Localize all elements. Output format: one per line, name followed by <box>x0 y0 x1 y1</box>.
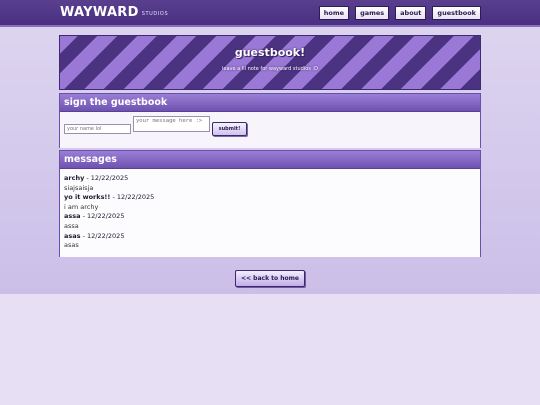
entry-author: assa <box>64 212 81 221</box>
list-item: archy - 12/22/2025 siajsaisja <box>64 174 476 193</box>
messages-list: archy - 12/22/2025 siajsaisja yo it work… <box>60 169 480 257</box>
sign-panel-heading: sign the guestbook <box>60 94 480 112</box>
submit-button[interactable]: submit! <box>212 122 247 136</box>
entry-text: siajsaisja <box>64 183 94 192</box>
site-logo[interactable]: WAYWARD STUDIOS <box>60 5 168 20</box>
entry-text: i am archy <box>64 202 99 211</box>
entry-date: - 12/22/2025 <box>110 193 155 202</box>
logo-text: WAYWARD <box>60 5 139 20</box>
nav-home-button[interactable]: home <box>318 6 350 20</box>
sign-guestbook-panel: sign the guestbook submit! <box>59 93 481 148</box>
nav-guestbook-button[interactable]: guestbook <box>432 6 481 20</box>
sign-form: submit! <box>60 112 480 148</box>
list-item: assa - 12/22/2025 assa <box>64 212 476 231</box>
list-item: yo it works!! - 12/22/2025 i am archy <box>64 193 476 212</box>
back-to-home-button[interactable]: << back to home <box>235 270 305 287</box>
nav-about-button[interactable]: about <box>395 6 427 20</box>
list-item: asas - 12/22/2025 asas <box>64 232 476 251</box>
banner-title: guestbook! <box>234 46 306 59</box>
messages-panel: messages archy - 12/22/2025 siajsaisja y… <box>59 150 481 257</box>
messages-panel-heading: messages <box>60 151 480 169</box>
entry-date: - 12/22/2025 <box>84 174 129 182</box>
message-input[interactable] <box>133 116 210 132</box>
nav-games-button[interactable]: games <box>355 6 390 20</box>
entry-date: - 12/22/2025 <box>80 231 125 240</box>
entry-author: asas <box>64 231 81 240</box>
entry-author: archy <box>64 174 85 182</box>
name-input[interactable] <box>64 124 131 134</box>
guestbook-banner: guestbook! leave a lil note for wayward … <box>59 35 481 90</box>
entry-author: yo it works!! <box>64 193 111 202</box>
entry-text: assa <box>64 221 79 230</box>
entry-text: asas <box>64 241 79 250</box>
logo-subtext: STUDIOS <box>141 11 169 17</box>
top-bar: WAYWARD STUDIOS home games about guestboo… <box>0 0 540 27</box>
banner-subtitle: leave a lil note for wayward studios :D <box>222 66 318 72</box>
main-nav: home games about guestbook <box>318 6 481 20</box>
entry-date: - 12/22/2025 <box>80 212 125 221</box>
